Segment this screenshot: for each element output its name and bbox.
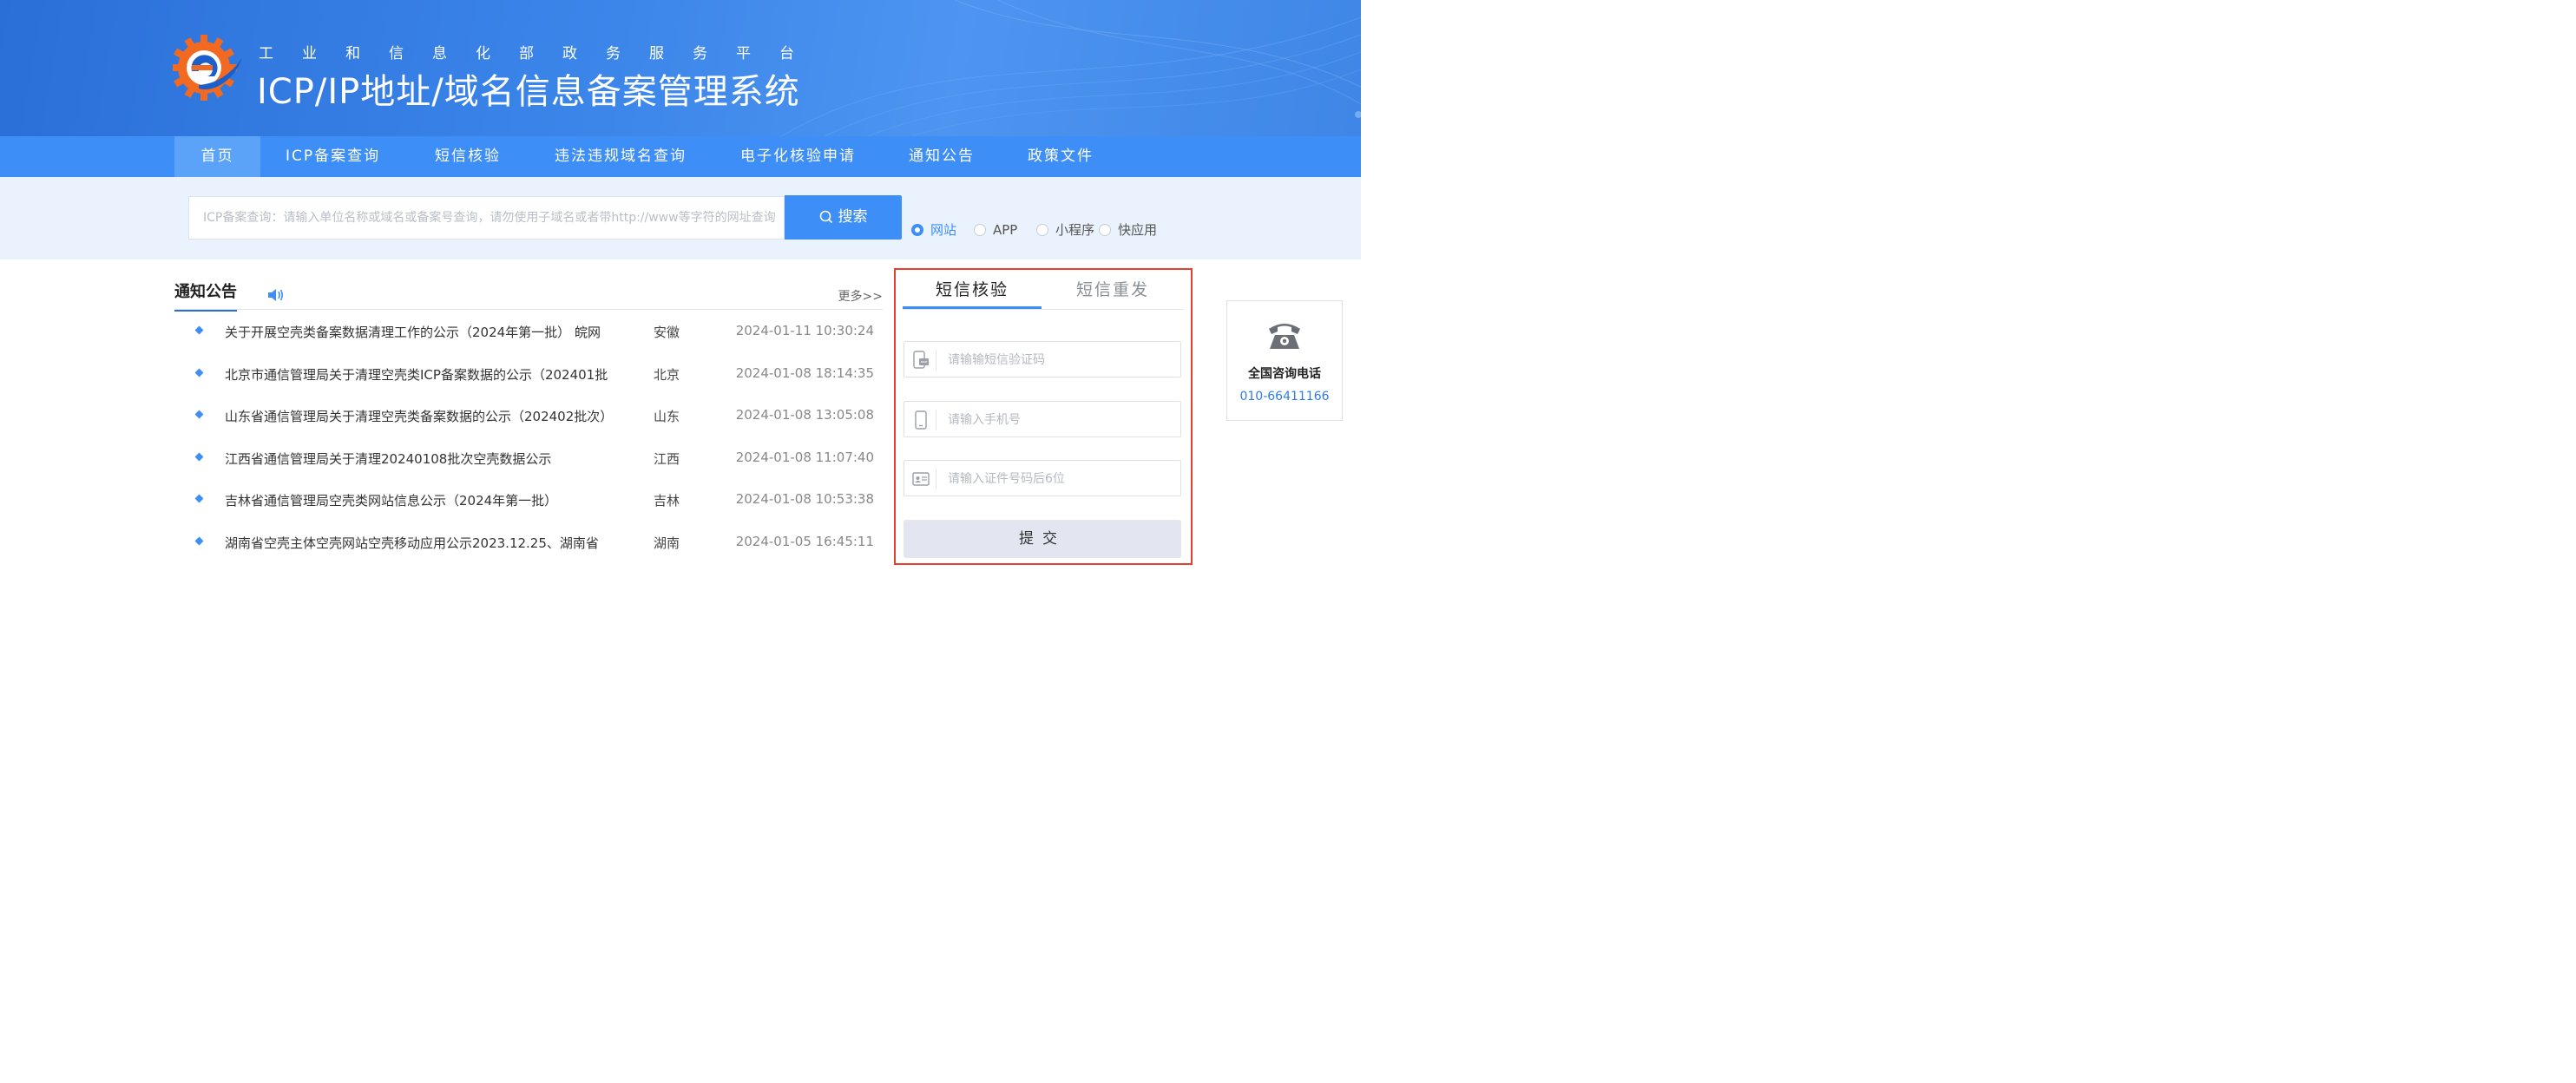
tab-sms-verify[interactable]: 短信核验 [903, 277, 1042, 309]
hotline-card: 全国咨询电话 010-66411166 [1226, 300, 1343, 421]
diamond-bullet-icon [194, 494, 204, 503]
id-number-input[interactable] [946, 461, 1175, 497]
main-nav: 首页 ICP备案查询 短信核验 违法违规域名查询 电子化核验申请 通知公告 政策… [0, 136, 1361, 177]
nav-item-e-verify-apply[interactable]: 电子化核验申请 [740, 136, 856, 177]
notice-section-title: 通知公告 [174, 279, 237, 312]
diamond-bullet-icon [194, 452, 204, 462]
search-type-miniprogram-radio[interactable]: 小程序 [1036, 221, 1094, 239]
notice-date: 2024-01-08 18:14:35 [735, 365, 874, 381]
notice-date: 2024-01-08 11:07:40 [735, 450, 874, 465]
speaker-icon [268, 289, 284, 301]
search-icon [819, 210, 832, 224]
id-number-field [904, 460, 1181, 497]
radio-label: 网站 [930, 222, 957, 238]
search-type-website-radio[interactable]: 网站 [911, 221, 956, 239]
notice-title: 江西省通信管理局关于清理20240108批次空壳数据公示 [225, 451, 552, 467]
search-type-quickapp-radio[interactable]: 快应用 [1099, 221, 1157, 239]
notice-title: 吉林省通信管理局空壳类网站信息公示（2024年第一批） [225, 493, 558, 509]
notice-date: 2024-01-05 16:45:11 [735, 534, 874, 549]
phone-input[interactable] [946, 402, 1175, 438]
notice-date: 2024-01-08 10:53:38 [735, 491, 874, 507]
notice-list-item[interactable]: 吉林省通信管理局空壳类网站信息公示（2024年第一批） 吉林 2024-01-0… [174, 481, 883, 522]
notice-header: 通知公告 更多>> [174, 276, 883, 312]
radio-label: APP [993, 222, 1018, 238]
sms-code-field [904, 341, 1181, 378]
system-title: ICP/IP地址/域名信息备案管理系统 [257, 72, 800, 112]
notice-list-item[interactable]: 关于开展空壳类备案数据清理工作的公示（2024年第一批） 皖网 安徽 2024-… [174, 312, 883, 354]
gov-platform-name: 工业和信息化部政务服务平台 [259, 45, 823, 62]
notice-province: 吉林 [654, 493, 680, 509]
sms-phone-icon [913, 351, 929, 369]
notice-province: 湖南 [654, 535, 680, 551]
notice-province: 山东 [654, 409, 680, 424]
notice-province: 安徽 [654, 325, 680, 340]
phone-field [904, 401, 1181, 438]
notice-title: 关于开展空壳类备案数据清理工作的公示（2024年第一批） 皖网 [225, 325, 601, 340]
radio-unchecked-icon [1099, 224, 1111, 236]
nav-item-policy-docs[interactable]: 政策文件 [1028, 136, 1094, 177]
nav-item-illegal-domain[interactable]: 违法违规域名查询 [555, 136, 687, 177]
diamond-bullet-icon [194, 368, 204, 377]
notice-title: 北京市通信管理局关于清理空壳类ICP备案数据的公示（202401批 [225, 367, 608, 383]
tab-sms-resend[interactable]: 短信重发 [1043, 277, 1182, 306]
nav-item-icp-query[interactable]: ICP备案查询 [286, 136, 380, 177]
search-input[interactable] [188, 196, 785, 240]
radio-unchecked-icon [974, 224, 986, 236]
notice-title: 湖南省空壳主体空壳网站空壳移动应用公示2023.12.25、湖南省 [225, 535, 599, 551]
search-type-app-radio[interactable]: APP [974, 221, 1017, 239]
notice-province: 江西 [654, 451, 680, 467]
nav-item-sms-verify[interactable]: 短信核验 [435, 136, 501, 177]
diamond-bullet-icon [194, 410, 204, 419]
radio-label: 快应用 [1118, 222, 1158, 238]
search-button[interactable]: 搜索 [785, 195, 902, 240]
diamond-bullet-icon [194, 325, 204, 335]
notice-list-item[interactable]: 湖南省空壳主体空壳网站空壳移动应用公示2023.12.25、湖南省 湖南 202… [174, 523, 883, 565]
more-notices-link[interactable]: 更多>> [838, 287, 883, 305]
radio-checked-icon [911, 224, 923, 236]
notice-date: 2024-01-11 10:30:24 [735, 323, 874, 338]
hotline-number[interactable]: 010-66411166 [1227, 390, 1342, 404]
nav-item-home[interactable]: 首页 [174, 136, 260, 177]
diamond-bullet-icon [194, 536, 204, 546]
telephone-icon [1269, 324, 1300, 349]
id-card-icon [912, 472, 930, 486]
mobile-phone-icon [915, 410, 927, 430]
radio-unchecked-icon [1036, 224, 1048, 236]
notice-list-item[interactable]: 北京市通信管理局关于清理空壳类ICP备案数据的公示（202401批 北京 202… [174, 355, 883, 397]
header-banner: 工业和信息化部政务服务平台 ICP/IP地址/域名信息备案管理系统 [0, 0, 1361, 136]
sms-tabs: 短信核验 短信重发 [903, 270, 1184, 310]
sms-code-input[interactable] [946, 342, 1175, 378]
search-button-label: 搜索 [838, 208, 868, 226]
hotline-label: 全国咨询电话 [1248, 367, 1321, 381]
sms-verification-panel: 短信核验 短信重发 提交 [894, 268, 1193, 565]
radio-label: 小程序 [1055, 222, 1095, 238]
notice-title: 山东省通信管理局关于清理空壳类备案数据的公示（202402批次） [225, 409, 614, 424]
notice-date: 2024-01-08 13:05:08 [735, 407, 874, 423]
notice-list-item[interactable]: 山东省通信管理局关于清理空壳类备案数据的公示（202402批次） 山东 2024… [174, 397, 883, 438]
submit-button[interactable]: 提交 [904, 520, 1181, 558]
nav-item-notices[interactable]: 通知公告 [909, 136, 975, 177]
miit-logo-icon [173, 35, 242, 101]
notice-list-item[interactable]: 江西省通信管理局关于清理20240108批次空壳数据公示 江西 2024-01-… [174, 439, 883, 481]
notice-province: 北京 [654, 367, 680, 383]
